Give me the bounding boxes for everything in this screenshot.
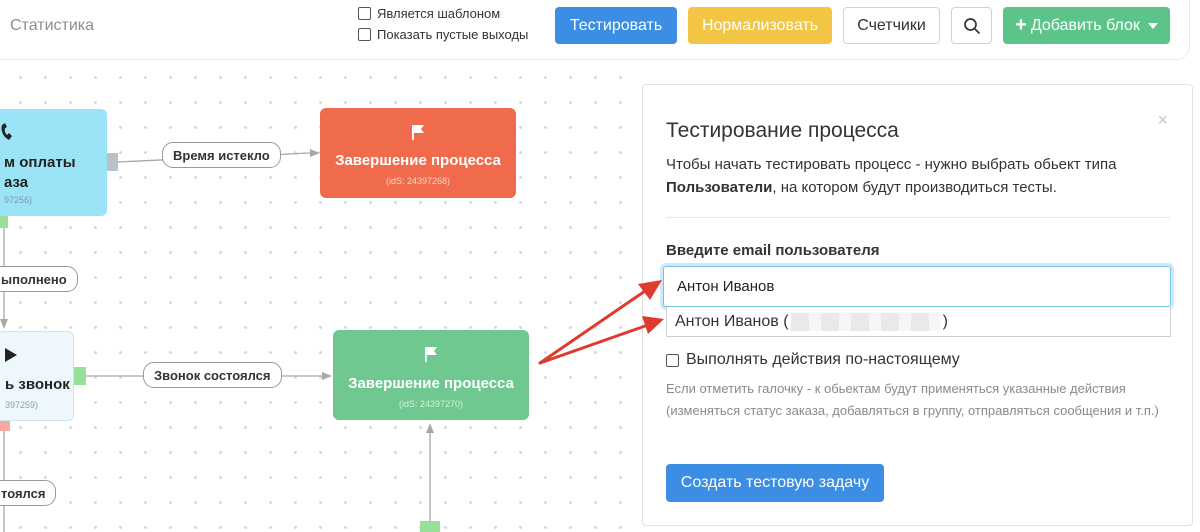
template-checkbox-label: Является шаблоном: [377, 6, 501, 21]
add-block-button[interactable]: + Добавить блок: [1003, 7, 1170, 44]
desc-text-2: , на котором будут производиться тесты.: [772, 179, 1057, 196]
test-process-dialog: × Тестирование процесса Чтобы начать тес…: [642, 84, 1193, 526]
empty-outputs-checkbox-label: Показать пустые выходы: [377, 27, 529, 42]
real-actions-hint: Если отметить галочку - к обьектам будут…: [666, 381, 1159, 418]
redacted-email: [790, 312, 941, 331]
play-icon: [5, 348, 17, 362]
desc-bold: Пользователи: [666, 179, 773, 196]
empty-outputs-checkbox-box[interactable]: [358, 28, 371, 41]
edge-label-done[interactable]: ыполнено: [0, 266, 78, 292]
output-port[interactable]: [0, 421, 10, 431]
node-title: ь звонок: [5, 376, 70, 393]
toolbar: Статистика Является шаблоном Показать пу…: [0, 0, 1190, 60]
output-port[interactable]: [74, 367, 86, 385]
input-port[interactable]: [420, 521, 440, 532]
create-test-task-button[interactable]: Создать тестовую задачу: [666, 464, 884, 502]
process-canvas[interactable]: м оплаты аза 97256) Завершение процесса …: [0, 61, 642, 532]
email-field[interactable]: Антон Иванов: [663, 266, 1171, 307]
flag-icon: [412, 125, 424, 140]
divider: [666, 217, 1170, 218]
output-port[interactable]: [107, 153, 118, 171]
payment-wait-node[interactable]: м оплаты аза 97256): [0, 109, 107, 216]
edge-label-call-partial[interactable]: тоялся: [0, 480, 57, 506]
node-title: Завершение процесса: [348, 375, 514, 392]
call-node[interactable]: ь звонок 397259): [0, 331, 74, 421]
edge-label-call[interactable]: Звонок состоялся: [143, 362, 282, 388]
real-actions-checkbox[interactable]: Выполнять действия по-настоящему: [666, 351, 960, 369]
dialog-description: Чтобы начать тестировать процесс - нужно…: [666, 153, 1156, 199]
suggestion-name: Антон Иванов (: [675, 312, 789, 330]
edge-label-timeout[interactable]: Время истекло: [162, 142, 281, 168]
node-id: (idS: 24397270): [398, 399, 464, 409]
user-suggestion-item[interactable]: Антон Иванов ( ): [666, 307, 1171, 337]
dialog-title: Тестирование процесса: [666, 119, 899, 142]
empty-outputs-checkbox[interactable]: Показать пустые выходы: [358, 27, 528, 42]
counters-button[interactable]: Счетчики: [843, 7, 940, 44]
node-title-line1: м оплаты: [4, 154, 76, 171]
output-port[interactable]: [0, 216, 8, 228]
template-checkbox[interactable]: Является шаблоном: [358, 6, 500, 21]
search-icon: [963, 17, 980, 34]
email-field-label: Введите email пользователя: [666, 242, 880, 259]
template-checkbox-box[interactable]: [358, 7, 371, 20]
node-id: 397259): [5, 400, 39, 410]
process-end-node-2[interactable]: Завершение процесса (idS: 24397270): [333, 330, 529, 420]
add-block-label: Добавить блок: [1030, 16, 1140, 34]
phone-icon: [1, 123, 12, 140]
node-title-line2: аза: [4, 174, 29, 191]
node-id: 97256): [4, 195, 33, 205]
node-title: Завершение процесса: [335, 152, 501, 169]
node-id: (idS: 24397268): [385, 176, 451, 186]
statistics-link[interactable]: Статистика: [10, 17, 94, 35]
caret-down-icon: [1147, 22, 1158, 29]
test-button[interactable]: Тестировать: [555, 7, 677, 44]
process-end-node-1[interactable]: Завершение процесса (idS: 24397268): [320, 108, 516, 198]
close-icon[interactable]: ×: [1157, 110, 1168, 131]
real-actions-checkbox-box[interactable]: [666, 353, 679, 367]
flag-icon: [425, 347, 437, 362]
desc-text-1: Чтобы начать тестировать процесс - нужно…: [666, 156, 1117, 173]
real-actions-label: Выполнять действия по-настоящему: [686, 351, 960, 368]
search-button[interactable]: [951, 7, 992, 44]
suggestion-close-paren: ): [942, 312, 948, 330]
normalize-button[interactable]: Нормализовать: [688, 7, 832, 44]
plus-icon: +: [1015, 14, 1027, 36]
